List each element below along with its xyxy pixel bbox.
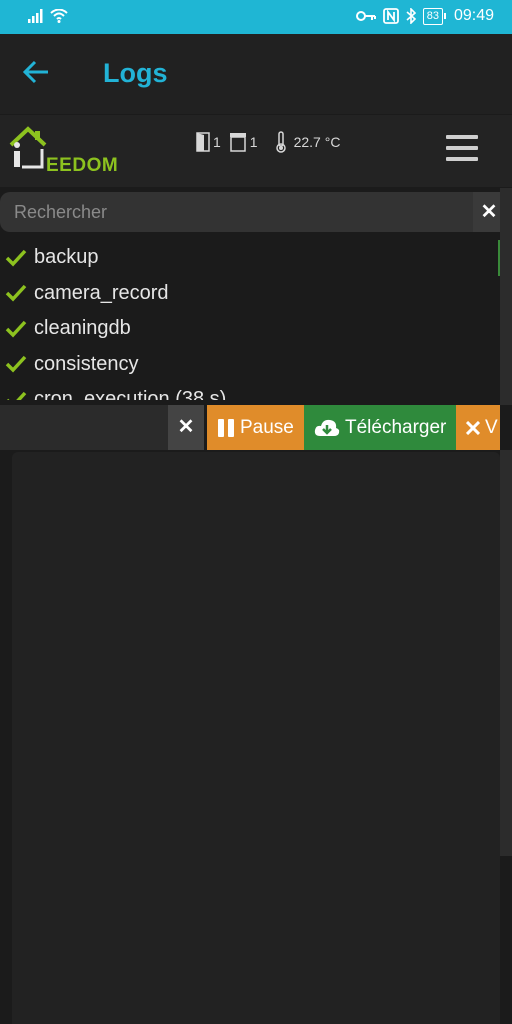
search-input[interactable] bbox=[0, 192, 473, 232]
battery-icon: 83 bbox=[422, 7, 447, 25]
signal-icon bbox=[28, 9, 43, 23]
log-item-backup[interactable]: backup bbox=[0, 240, 500, 276]
pause-button[interactable]: Pause bbox=[207, 405, 304, 450]
door-count: 1 bbox=[213, 134, 221, 150]
temperature-summary[interactable]: 22.7 °C bbox=[266, 131, 341, 153]
clock: 09:49 bbox=[453, 7, 494, 24]
menu-line-icon bbox=[446, 135, 478, 139]
log-item-label: consistency bbox=[34, 352, 139, 375]
door-summary[interactable]: 1 bbox=[196, 132, 221, 152]
download-button[interactable]: Télécharger bbox=[304, 405, 456, 450]
window-icon bbox=[229, 133, 246, 152]
close-icon bbox=[466, 420, 480, 435]
pause-icon bbox=[218, 418, 234, 437]
thermometer-icon bbox=[275, 131, 286, 153]
delete-button[interactable]: V bbox=[456, 405, 500, 450]
app-bar: Logs bbox=[0, 34, 512, 114]
page-title: Logs bbox=[103, 58, 168, 88]
check-icon bbox=[5, 356, 27, 373]
door-icon bbox=[196, 132, 210, 152]
menu-line-icon bbox=[446, 157, 478, 161]
log-item-label: camera_record bbox=[34, 281, 169, 304]
logo-text: EEDOM bbox=[46, 155, 119, 176]
jeedom-header: EEDOM 1 1 22.7 °C bbox=[0, 115, 512, 187]
wifi-icon bbox=[50, 9, 68, 23]
log-search: ✕ bbox=[0, 192, 512, 232]
check-icon bbox=[5, 285, 27, 302]
back-button[interactable] bbox=[22, 58, 58, 90]
jeedom-logo[interactable]: EEDOM bbox=[8, 123, 118, 177]
log-content-area[interactable] bbox=[12, 452, 500, 1024]
window-summary[interactable]: 1 bbox=[229, 132, 258, 152]
arrow-left-icon bbox=[22, 60, 48, 84]
summary-infos: 1 1 22.7 °C bbox=[196, 131, 348, 153]
cloud-download-icon bbox=[314, 419, 340, 436]
log-filter-input[interactable] bbox=[0, 405, 168, 450]
log-item-label: backup bbox=[34, 246, 99, 269]
log-item-consistency[interactable]: consistency bbox=[0, 347, 500, 383]
log-item-camera-record[interactable]: camera_record bbox=[0, 276, 500, 312]
check-icon bbox=[5, 249, 27, 267]
temperature-value: 22.7 °C bbox=[293, 134, 341, 150]
log-list[interactable]: backup camera_record cleaningdb consiste… bbox=[0, 240, 500, 400]
check-icon bbox=[6, 391, 27, 400]
key-icon bbox=[355, 11, 376, 21]
filter-clear-button[interactable]: ✕ bbox=[168, 405, 204, 450]
check-icon bbox=[5, 320, 27, 338]
delete-label: V bbox=[485, 416, 498, 438]
status-bar: 83 09:49 bbox=[0, 0, 512, 34]
log-item-cleaningdb[interactable]: cleaningdb bbox=[0, 311, 500, 347]
log-item-label: cleaningdb bbox=[34, 317, 131, 340]
log-toolbar: ✕ Pause Télécharger V bbox=[0, 405, 512, 450]
log-item-label: cron_execution (38 s) bbox=[34, 388, 227, 400]
house-logo-icon bbox=[9, 126, 47, 169]
menu-button[interactable] bbox=[446, 135, 478, 163]
pause-label: Pause bbox=[240, 416, 294, 438]
scrollbar[interactable] bbox=[500, 188, 512, 856]
bluetooth-icon bbox=[406, 8, 416, 24]
menu-line-icon bbox=[446, 146, 478, 150]
log-item-cron-execution[interactable]: cron_execution (38 s) bbox=[0, 382, 500, 400]
window-count: 1 bbox=[249, 134, 258, 150]
download-label: Télécharger bbox=[345, 416, 447, 438]
nfc-icon bbox=[382, 8, 399, 24]
